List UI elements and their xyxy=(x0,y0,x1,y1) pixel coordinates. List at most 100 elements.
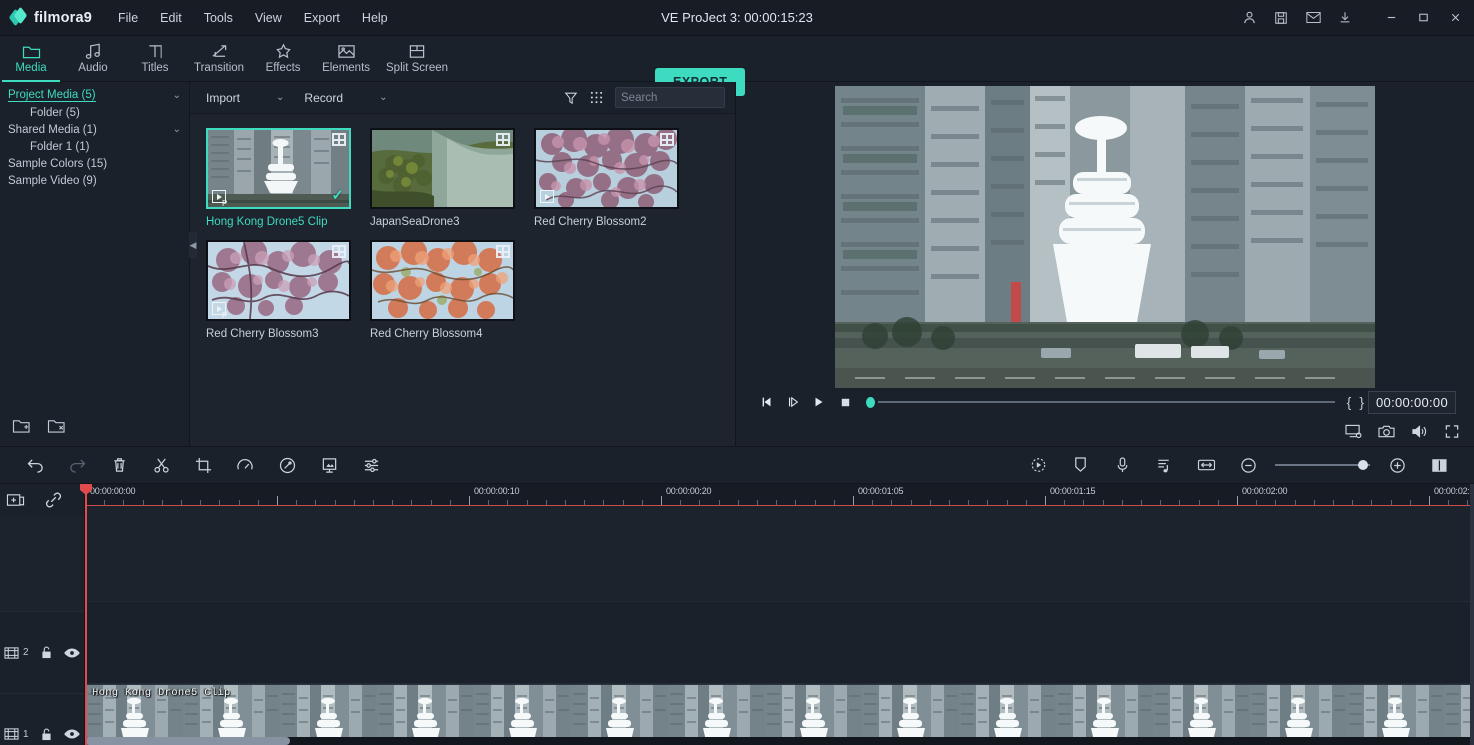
media-thumbnail[interactable] xyxy=(370,128,515,209)
delete-icon[interactable] xyxy=(98,450,140,480)
tree-item-folder-1[interactable]: Folder 1 (1) xyxy=(0,138,189,155)
lock-open-icon[interactable] xyxy=(40,727,53,742)
link-icon[interactable] xyxy=(45,492,62,508)
track-header-video-1[interactable]: 1 xyxy=(0,694,84,745)
timeline-horizontal-scrollbar[interactable] xyxy=(85,737,1474,745)
tree-item-shared-media[interactable]: Shared Media (1) ⌄ xyxy=(0,121,189,138)
tab-audio[interactable]: Audio xyxy=(62,36,124,82)
tab-effects[interactable]: Effects xyxy=(252,36,314,82)
media-thumbnail[interactable] xyxy=(534,128,679,209)
download-icon[interactable] xyxy=(1330,1,1360,35)
preview-video[interactable] xyxy=(835,86,1375,388)
tab-split-screen[interactable]: Split Screen xyxy=(378,36,456,82)
media-item-red-cherry-blossom4[interactable]: Red Cherry Blossom4 xyxy=(370,240,515,340)
chevron-down-icon[interactable]: ⌄ xyxy=(173,125,181,135)
timeline-video-track-1[interactable]: Hong Kong Drone5 Clip xyxy=(85,684,1474,745)
record-voiceover-icon[interactable] xyxy=(1017,450,1059,480)
close-button[interactable] xyxy=(1440,1,1470,35)
chevron-down-icon[interactable]: ⌄ xyxy=(173,91,181,101)
panel-collapse-handle[interactable]: ◀ xyxy=(189,232,197,258)
preview-scrubber[interactable] xyxy=(866,388,1335,416)
mark-in-button[interactable]: { xyxy=(1343,394,1356,410)
record-button[interactable]: Record xyxy=(298,87,349,109)
media-item-japanseadrone3[interactable]: JapanSeaDrone3 xyxy=(370,128,515,228)
snapshot-camera-icon[interactable] xyxy=(1378,424,1395,439)
scrubber-knob[interactable] xyxy=(866,397,875,408)
color-tune-icon[interactable] xyxy=(266,450,308,480)
media-thumbnail[interactable] xyxy=(370,240,515,321)
green-screen-icon[interactable] xyxy=(308,450,350,480)
redo-icon[interactable] xyxy=(56,450,98,480)
media-item-red-cherry-blossom3[interactable]: P Red Cherry Blossom3 xyxy=(206,240,351,340)
account-icon[interactable] xyxy=(1234,1,1264,35)
play-preview-badge-icon[interactable] xyxy=(540,190,554,203)
timeline-ruler[interactable]: 00:00:00:00 00:00:00:10 00:00:00:20 00:0… xyxy=(85,484,1474,506)
record-dropdown-chevron-icon[interactable]: ⌄ xyxy=(379,92,387,103)
mark-out-button[interactable]: } xyxy=(1355,394,1368,410)
zoom-out-button[interactable] xyxy=(1227,450,1269,480)
import-button[interactable]: Import xyxy=(200,87,246,109)
split-scissors-icon[interactable] xyxy=(140,450,182,480)
timeline-video-track-2[interactable] xyxy=(85,602,1474,684)
search-box[interactable] xyxy=(615,87,725,108)
timeline-clip-hong-kong-drone5[interactable]: Hong Kong Drone5 Clip xyxy=(85,684,1474,745)
scrollbar-thumb[interactable] xyxy=(85,737,290,745)
new-folder-icon[interactable] xyxy=(12,418,31,434)
speed-icon[interactable] xyxy=(224,450,266,480)
marker-icon[interactable] xyxy=(1059,450,1101,480)
delete-folder-icon[interactable] xyxy=(47,418,66,434)
minimize-button[interactable] xyxy=(1376,1,1406,35)
menu-tools[interactable]: Tools xyxy=(194,7,243,29)
search-input[interactable] xyxy=(621,92,775,104)
maximize-button[interactable] xyxy=(1408,1,1438,35)
import-dropdown-chevron-icon[interactable]: ⌄ xyxy=(276,92,284,103)
zoom-slider-track[interactable] xyxy=(1275,464,1370,466)
menu-view[interactable]: View xyxy=(245,7,292,29)
tab-media[interactable]: Media xyxy=(0,36,62,82)
play-preview-badge-icon[interactable]: P xyxy=(212,190,226,203)
scrubber-track[interactable] xyxy=(878,401,1335,403)
tree-item-sample-video[interactable]: Sample Video (9) xyxy=(0,172,189,189)
undo-icon[interactable] xyxy=(14,450,56,480)
zoom-slider-knob[interactable] xyxy=(1358,460,1368,470)
play-button[interactable] xyxy=(806,389,832,415)
tree-item-folder[interactable]: Folder (5) xyxy=(0,104,189,121)
timeline-empty-row[interactable] xyxy=(85,506,1474,602)
menu-export[interactable]: Export xyxy=(294,7,350,29)
eye-icon[interactable] xyxy=(64,647,80,659)
timeline-zoom-slider[interactable] xyxy=(1275,450,1370,480)
audio-detach-icon[interactable] xyxy=(1143,450,1185,480)
add-track-icon[interactable] xyxy=(6,492,25,509)
crop-icon[interactable] xyxy=(182,450,224,480)
tab-transition[interactable]: Transition xyxy=(186,36,252,82)
media-item-red-cherry-blossom2[interactable]: Red Cherry Blossom2 xyxy=(534,128,679,228)
tab-elements[interactable]: Elements xyxy=(314,36,378,82)
menu-help[interactable]: Help xyxy=(352,7,398,29)
media-thumbnail[interactable]: P xyxy=(206,240,351,321)
lock-open-icon[interactable] xyxy=(40,645,53,660)
render-preview-icon[interactable] xyxy=(1345,424,1362,439)
grid-view-icon[interactable] xyxy=(590,91,603,104)
media-thumbnail[interactable]: P ✓ xyxy=(206,128,351,209)
save-icon[interactable] xyxy=(1266,1,1296,35)
timeline-view-toggle-icon[interactable] xyxy=(1418,450,1460,480)
track-header-video-2[interactable]: 2 xyxy=(0,612,84,694)
playhead[interactable] xyxy=(85,484,87,745)
preview-timecode[interactable]: 00:00:00:00 xyxy=(1368,391,1456,414)
microphone-icon[interactable] xyxy=(1101,450,1143,480)
menu-file[interactable]: File xyxy=(108,7,148,29)
audio-mixer-icon[interactable] xyxy=(350,450,392,480)
play-preview-badge-icon[interactable]: P xyxy=(212,302,226,315)
menu-edit[interactable]: Edit xyxy=(150,7,192,29)
fullscreen-icon[interactable] xyxy=(1444,424,1460,439)
volume-icon[interactable] xyxy=(1411,424,1428,439)
mail-icon[interactable] xyxy=(1298,1,1328,35)
media-item-hong-kong-drone5-clip[interactable]: P ✓ Hong Kong Drone5 Clip xyxy=(206,128,351,228)
play-pause-button[interactable] xyxy=(780,389,806,415)
tab-titles[interactable]: Titles xyxy=(124,36,186,82)
filter-funnel-icon[interactable] xyxy=(564,91,578,105)
prev-frame-button[interactable] xyxy=(754,389,780,415)
stop-button[interactable] xyxy=(832,389,858,415)
tree-item-project-media[interactable]: Project Media (5) ⌄ xyxy=(0,87,189,104)
zoom-in-button[interactable] xyxy=(1376,450,1418,480)
